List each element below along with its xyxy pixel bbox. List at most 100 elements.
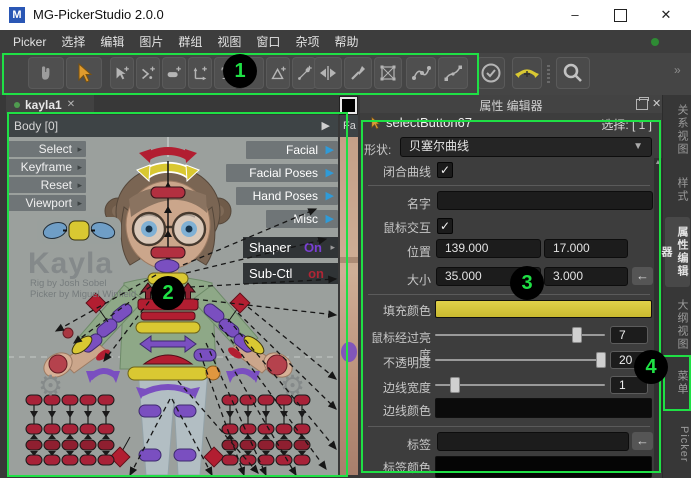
tag-revert-button[interactable]: ← [632, 432, 653, 450]
facial-button[interactable]: Facial▶ [246, 141, 338, 159]
size-height-input[interactable]: 3.000 [544, 267, 628, 286]
color-picker-button[interactable] [344, 57, 372, 89]
close-button[interactable]: ✕ [649, 0, 683, 30]
eye-control-art [37, 217, 121, 244]
position-label: 位置 [360, 243, 431, 260]
tag-input[interactable] [437, 432, 629, 451]
shape-dropdown[interactable]: 贝塞尔曲线 ▼ [400, 137, 652, 157]
tab-attribute-editor[interactable]: 属性编辑器 [665, 217, 690, 287]
mouse-interact-checkbox[interactable]: ✓ [437, 218, 453, 234]
opacity-label: 不透明度 [360, 354, 431, 371]
search-button[interactable] [556, 57, 590, 89]
display-mode-icon[interactable] [340, 97, 357, 114]
apply-check-button[interactable] [477, 57, 505, 89]
second-page-strip[interactable] [340, 137, 358, 475]
side-tab-strip: 关系视图 样式 属性编辑器 大纲视图 菜单 Picker [662, 95, 691, 478]
select-menu-button[interactable]: Select▸ [8, 141, 86, 157]
hand-tool-button[interactable] [28, 57, 64, 89]
border-color-swatch[interactable] [435, 398, 652, 418]
position-x-input[interactable]: 139.000 [436, 239, 541, 258]
picker-tab-kayla1[interactable]: kayla1 ✕ [6, 95, 94, 114]
edit-curve-button[interactable] [406, 57, 436, 89]
scroll-up-arrow[interactable]: ▲ [654, 158, 662, 168]
arrow-plus-icon [112, 63, 132, 83]
hand-poses-button[interactable]: Hand Poses▶ [236, 187, 338, 205]
reset-menu-button[interactable]: Reset▸ [8, 177, 86, 193]
maximize-button[interactable] [603, 0, 637, 30]
second-page-header[interactable]: Fa [340, 115, 358, 137]
tab-menu[interactable]: 菜单 [665, 367, 690, 399]
credit-rig: Rig by Josh Sobel [30, 278, 107, 289]
menu-help[interactable]: 帮助 [334, 33, 358, 50]
menu-edit[interactable]: 编辑 [100, 33, 124, 50]
object-row: selectButton67 选择: [ 1 ] [360, 113, 662, 133]
toolbar-overflow[interactable]: » [674, 63, 681, 77]
minimize-button[interactable]: – [558, 0, 592, 30]
menu-misc[interactable]: 杂项 [295, 33, 319, 50]
border-width-slider[interactable] [435, 384, 605, 386]
picker-canvas[interactable]: Select▸ Keyframe▸ Reset▸ Viewport▸ Facia… [8, 137, 338, 475]
misc-button[interactable]: Misc▶ [266, 210, 338, 228]
opacity-value[interactable]: 20 [610, 351, 648, 369]
add-text-button[interactable]: T [214, 57, 238, 89]
attribute-editor-header[interactable]: 属性 编辑器 ✕ [360, 95, 662, 113]
status-dot [651, 38, 659, 46]
gear-icon[interactable]: ⚙ [38, 369, 63, 402]
tag-color-swatch[interactable] [435, 456, 652, 478]
size-revert-button[interactable]: ← [632, 267, 653, 285]
app-window: M MG-PickerStudio 2.0.0 – ✕ Picker 选择 编辑… [0, 0, 691, 478]
position-y-input[interactable]: 17.000 [544, 239, 628, 258]
add-command-button[interactable] [136, 57, 160, 89]
add-transform-button[interactable] [188, 57, 212, 89]
menu-picker[interactable]: Picker [13, 35, 46, 49]
page-expand-icon[interactable]: ▶ [322, 115, 330, 137]
panel-close-icon[interactable]: ✕ [652, 97, 661, 110]
mirror-button[interactable] [314, 57, 342, 89]
opacity-handle[interactable] [596, 352, 606, 368]
menu-window[interactable]: 窗口 [256, 33, 280, 50]
eye-control-widget[interactable] [37, 217, 121, 244]
scrollbar[interactable] [654, 158, 662, 472]
mirror-flip-button[interactable] [512, 57, 542, 89]
add-triangle-button[interactable] [266, 57, 290, 89]
border-width-handle[interactable] [450, 377, 460, 393]
tab-close-icon[interactable]: ✕ [67, 99, 75, 110]
hover-brightness-handle[interactable] [572, 327, 582, 343]
keyframe-menu-button[interactable]: Keyframe▸ [8, 159, 86, 175]
edit-bezier-button[interactable] [438, 57, 468, 89]
name-input[interactable] [437, 191, 653, 210]
select-cursor-icon [368, 116, 382, 130]
page-header[interactable]: Body [0] ▶ [8, 115, 338, 137]
menu-image[interactable]: 图片 [139, 33, 163, 50]
closed-curve-checkbox[interactable]: ✓ [437, 162, 453, 178]
menu-view[interactable]: 视图 [217, 33, 241, 50]
tab-style[interactable]: 样式 [665, 175, 690, 205]
border-width-value[interactable]: 1 [610, 376, 648, 394]
add-select-button[interactable] [110, 57, 134, 89]
viewport-menu-button[interactable]: Viewport▸ [8, 195, 86, 211]
bounding-edit-button[interactable] [374, 57, 402, 89]
add-slider-button[interactable] [162, 57, 186, 89]
tab-relation-view[interactable]: 关系视图 [665, 100, 690, 160]
dock-icon[interactable] [636, 99, 648, 110]
subctl-toggle[interactable]: Sub-Ctl on [243, 263, 338, 284]
add-line-button[interactable] [292, 57, 316, 89]
menu-group[interactable]: 群组 [178, 33, 202, 50]
tab-outline-view[interactable]: 大纲视图 [665, 295, 690, 355]
fill-color-swatch[interactable] [435, 300, 652, 318]
shaper-toggle[interactable]: Shaper On ▸ [243, 237, 338, 258]
opacity-slider[interactable] [435, 359, 605, 361]
gear-icon[interactable]: ⚙ [280, 369, 305, 402]
tab-picker[interactable]: Picker [665, 421, 690, 467]
select-cursor-button[interactable] [66, 57, 102, 89]
menu-bar: Picker 选择 编辑 图片 群组 视图 窗口 杂项 帮助 [0, 30, 691, 53]
facial-poses-button[interactable]: Facial Poses▶ [226, 164, 338, 182]
add-shape-button[interactable] [240, 57, 264, 89]
hover-brightness-value[interactable]: 7 [610, 326, 648, 344]
bounding-box-icon [377, 62, 399, 84]
menu-select[interactable]: 选择 [61, 33, 85, 50]
tab-status-dot [14, 102, 20, 108]
selection-count: 选择: [ 1 ] [601, 116, 652, 133]
app-icon: M [9, 7, 25, 23]
size-width-input[interactable]: 35.000 [436, 267, 541, 286]
